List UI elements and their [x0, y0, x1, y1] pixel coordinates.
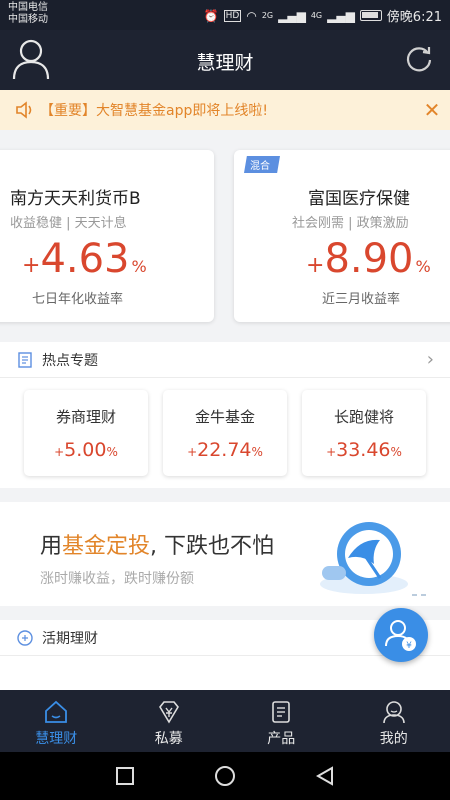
carousel-indicator	[412, 594, 426, 596]
rate-percent: %	[251, 445, 263, 459]
topic-card[interactable]: 金牛基金 +22.74%	[163, 390, 287, 476]
top-navbar: 慧理财	[0, 30, 450, 90]
tab-label: 产品	[267, 731, 296, 747]
banner-suffix: , 下跌也不怕	[150, 534, 275, 559]
refresh-icon[interactable]	[404, 44, 434, 74]
rate-sign: +	[187, 445, 198, 459]
system-navigation-bar	[0, 752, 450, 800]
banner-prefix: 用	[40, 534, 63, 559]
notice-text[interactable]: 【重要】大智慧基金app即将上线啦!	[40, 100, 414, 120]
topic-rate: +22.74%	[163, 439, 287, 461]
clock: 傍晚6:21	[386, 10, 442, 25]
signal-1-label: 2G	[261, 11, 274, 20]
tab-products[interactable]: 产品	[225, 690, 338, 752]
section-title: 活期理财	[42, 630, 98, 647]
rate-sign: +	[54, 445, 65, 459]
yen-diamond-icon	[158, 701, 179, 724]
rate-sign: +	[306, 253, 325, 278]
signal-icon: ▂▄▆	[327, 8, 355, 23]
hd-badge: HD	[223, 9, 242, 22]
chevron-right-icon: ›	[426, 349, 434, 370]
topic-rate: +5.00%	[24, 439, 148, 461]
tab-home[interactable]: 慧理财	[0, 690, 113, 752]
topic-name: 券商理财	[55, 408, 116, 426]
carrier-info: 中国电信 中国移动	[8, 2, 48, 26]
status-indicators: ⏰ HD ◠ 2G ▂▄▆ 4G ▂▄▆ 傍晚6:21	[203, 6, 442, 26]
fund-card[interactable]: 南方天天利货币B 收益稳健 | 天天计息 + 4.63 % 七日年化收益率	[0, 150, 214, 322]
document-icon	[272, 701, 291, 723]
fund-rate: + 8.90 %	[306, 236, 431, 282]
fund-rate: + 4.63 %	[22, 236, 147, 282]
tab-label: 私募	[154, 731, 183, 747]
signal-icon: ▂▄▆	[278, 8, 306, 23]
banner-subtitle: 涨时赚收益，跌时赚份额	[40, 571, 194, 587]
hot-topics-section: 热点专题 › 券商理财 +5.00% 金牛基金 +22.74% 长跑健将 +33…	[0, 342, 450, 488]
wifi-icon: ◠	[246, 8, 257, 23]
rate-value: 33.46	[336, 439, 391, 461]
rate-description: 七日年化收益率	[32, 292, 124, 307]
rate-value: 5.00	[64, 439, 107, 461]
fund-tags: 收益稳健 | 天天计息	[10, 216, 127, 231]
section-title: 热点专题	[42, 352, 98, 369]
topic-name: 金牛基金	[194, 408, 255, 426]
fund-card[interactable]: 混合 富国医疗保健 社会刚需 | 政策激励 + 8.90 % 近三月收益率	[234, 150, 450, 322]
bottom-tab-bar: 慧理财 私募 产品 我的	[0, 690, 450, 752]
carrier-2: 中国移动	[8, 14, 48, 25]
signal-2-label: 4G	[310, 11, 323, 20]
banner-highlight: 基金定投	[62, 534, 151, 559]
tab-label: 我的	[379, 731, 408, 747]
alarm-icon: ⏰	[203, 8, 219, 23]
close-icon[interactable]: ✕	[414, 98, 450, 122]
person-icon	[382, 701, 405, 724]
fund-type-tag: 混合	[244, 156, 280, 173]
rate-sign: +	[22, 253, 41, 278]
tab-mine[interactable]: 我的	[338, 690, 450, 752]
status-bar: 中国电信 中国移动 ⏰ HD ◠ 2G ▂▄▆ 4G ▂▄▆ 傍晚6:21	[0, 0, 450, 30]
tab-label: 慧理财	[35, 731, 78, 747]
rate-percent: %	[415, 257, 431, 276]
banner-headline: 用基金定投, 下跌也不怕	[40, 528, 274, 560]
rate-description: 近三月收益率	[322, 292, 401, 307]
coin-icon	[17, 629, 33, 646]
topic-card[interactable]: 长跑健将 +33.46%	[302, 390, 426, 476]
service-icon: ¥	[385, 620, 416, 651]
home-button-icon[interactable]	[213, 764, 237, 788]
tab-private-fund[interactable]: 私募	[113, 690, 226, 752]
document-list-icon	[18, 351, 32, 368]
main-content[interactable]: 南方天天利货币B 收益稳健 | 天天计息 + 4.63 % 七日年化收益率 混合…	[0, 130, 450, 690]
hot-topics-header[interactable]: 热点专题 ›	[0, 342, 450, 378]
carrier-1: 中国电信	[8, 2, 48, 13]
topic-name: 长跑健将	[333, 408, 394, 426]
topic-card[interactable]: 券商理财 +5.00%	[24, 390, 148, 476]
customer-service-button[interactable]: ¥	[374, 608, 428, 662]
umbrella-icon	[320, 522, 408, 594]
promo-banner[interactable]: 用基金定投, 下跌也不怕 涨时赚收益，跌时赚份额	[0, 502, 450, 606]
rate-value: 4.63	[40, 236, 130, 282]
battery-icon	[359, 10, 382, 21]
rate-value: 22.74	[197, 439, 252, 461]
notice-bar[interactable]: 【重要】大智慧基金app即将上线啦! ✕	[0, 90, 450, 130]
speaker-icon	[16, 101, 32, 119]
rate-sign: +	[326, 445, 337, 459]
rate-value: 8.90	[324, 236, 414, 282]
fund-name: 富国医疗保健	[308, 189, 410, 209]
fund-tags: 社会刚需 | 政策激励	[292, 216, 409, 231]
fund-name: 南方天天利货币B	[10, 189, 141, 209]
page-title: 慧理财	[196, 52, 254, 74]
svg-text:¥: ¥	[406, 641, 412, 651]
rate-percent: %	[106, 445, 118, 459]
rate-percent: %	[131, 257, 147, 276]
topic-list: 券商理财 +5.00% 金牛基金 +22.74% 长跑健将 +33.46%	[0, 390, 450, 480]
topic-rate: +33.46%	[302, 439, 426, 461]
recent-apps-icon[interactable]	[113, 764, 137, 788]
rate-percent: %	[390, 445, 402, 459]
home-icon	[45, 700, 68, 723]
back-icon[interactable]	[313, 764, 337, 788]
